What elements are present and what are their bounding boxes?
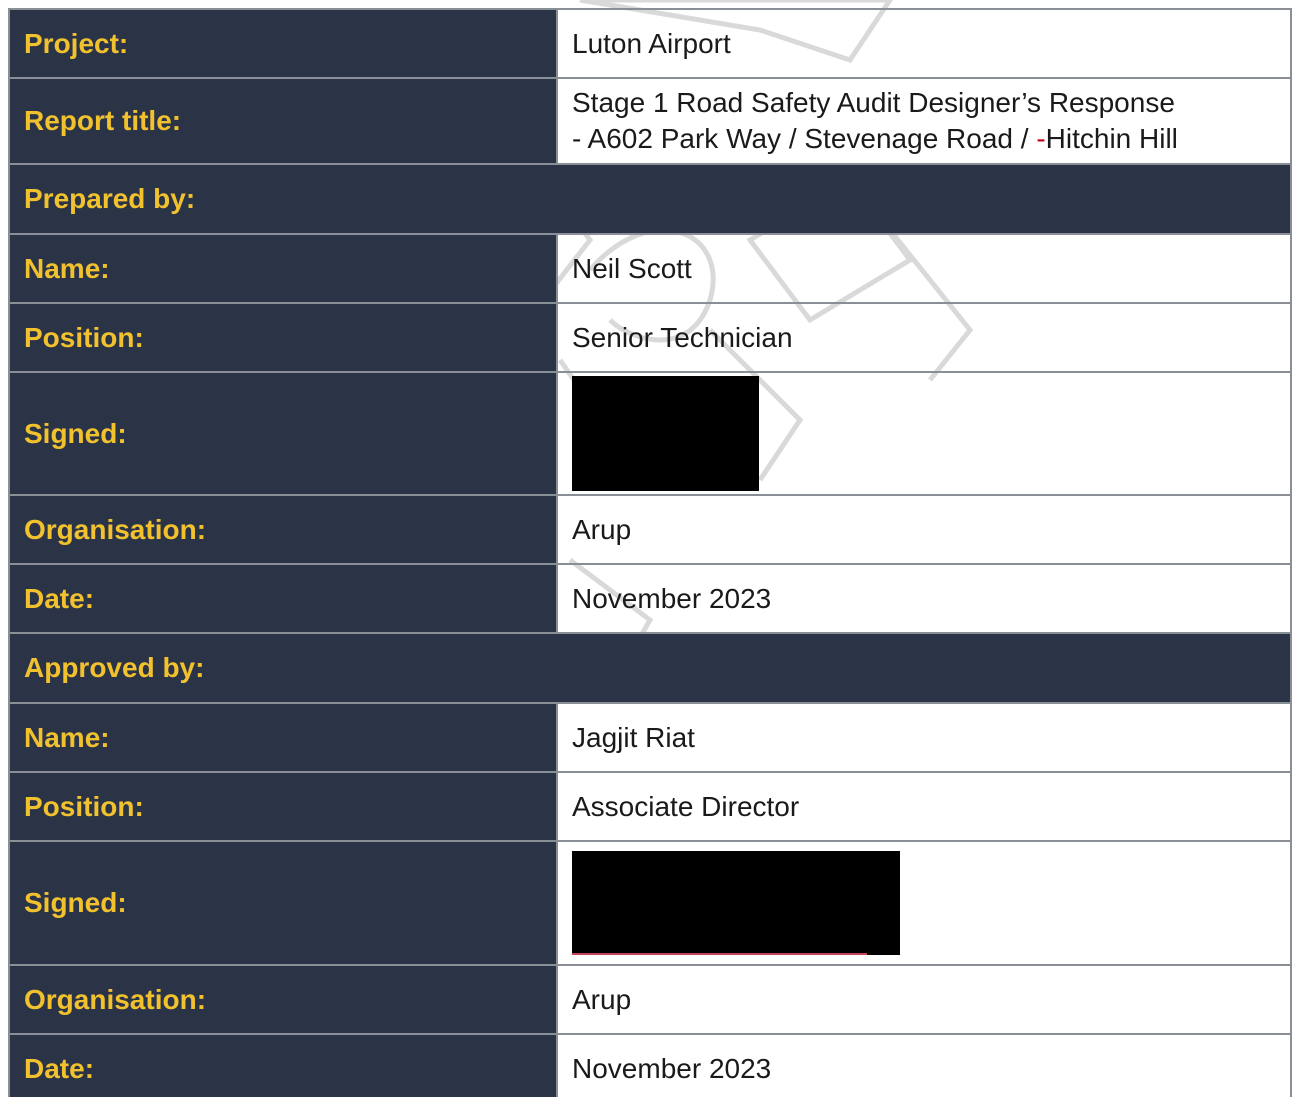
- report-title-label: Report title:: [8, 77, 558, 165]
- document-page: Project: Luton Airport Report title: Sta…: [0, 0, 1293, 1097]
- approved-position-value: Associate Director: [556, 771, 1292, 842]
- project-label: Project:: [8, 8, 558, 79]
- table-row: Signed:: [8, 371, 1292, 496]
- approved-organisation-value: Arup: [556, 964, 1292, 1035]
- report-title-line1: Stage 1 Road Safety Audit Designer’s Res…: [572, 87, 1175, 118]
- approved-name-value: Jagjit Riat: [556, 702, 1292, 773]
- approved-organisation-label: Organisation:: [8, 964, 558, 1035]
- approved-signature-cell: [556, 840, 1292, 966]
- table-row: Name: Jagjit Riat: [8, 702, 1292, 773]
- table-row: Date: November 2023: [8, 1033, 1292, 1097]
- approval-table: Project: Luton Airport Report title: Sta…: [8, 8, 1292, 1097]
- approved-date-label: Date:: [8, 1033, 558, 1097]
- prepared-signature-cell: [556, 371, 1292, 496]
- redacted-signature: [572, 851, 900, 955]
- table-row: Organisation: Arup: [8, 494, 1292, 565]
- redacted-signature: [572, 376, 759, 491]
- table-row: Approved by:: [8, 632, 1292, 704]
- report-title-line2: - A602 Park Way / Stevenage Road / -Hitc…: [572, 121, 1290, 157]
- prepared-name-label: Name:: [8, 233, 558, 304]
- table-row: Name: Neil Scott: [8, 233, 1292, 304]
- table-row: Report title: Stage 1 Road Safety Audit …: [8, 77, 1292, 165]
- table-row: Organisation: Arup: [8, 964, 1292, 1035]
- approved-date-value: November 2023: [556, 1033, 1292, 1097]
- project-value: Luton Airport: [556, 8, 1292, 79]
- prepared-position-value: Senior Technician: [556, 302, 1292, 373]
- report-title-line2-suffix: Hitchin Hill: [1045, 123, 1178, 154]
- approved-position-label: Position:: [8, 771, 558, 842]
- approved-signed-label: Signed:: [8, 840, 558, 966]
- approved-name-label: Name:: [8, 702, 558, 773]
- report-title-value: Stage 1 Road Safety Audit Designer’s Res…: [556, 77, 1292, 165]
- table-row: Signed:: [8, 840, 1292, 966]
- report-title-line2-prefix: - A602 Park Way / Stevenage Road /: [572, 123, 1037, 154]
- tracked-change-mark: -: [1036, 123, 1046, 154]
- table-row: Prepared by:: [8, 163, 1292, 235]
- prepared-position-label: Position:: [8, 302, 558, 373]
- prepared-name-value: Neil Scott: [556, 233, 1292, 304]
- table-row: Position: Associate Director: [8, 771, 1292, 842]
- prepared-organisation-label: Organisation:: [8, 494, 558, 565]
- signature-underline: [572, 953, 867, 955]
- prepared-signed-label: Signed:: [8, 371, 558, 496]
- prepared-by-heading: Prepared by:: [8, 163, 1292, 235]
- table-row: Project: Luton Airport: [8, 8, 1292, 79]
- prepared-organisation-value: Arup: [556, 494, 1292, 565]
- prepared-date-value: November 2023: [556, 563, 1292, 634]
- table-row: Position: Senior Technician: [8, 302, 1292, 373]
- table-row: Date: November 2023: [8, 563, 1292, 634]
- prepared-date-label: Date:: [8, 563, 558, 634]
- approved-by-heading: Approved by:: [8, 632, 1292, 704]
